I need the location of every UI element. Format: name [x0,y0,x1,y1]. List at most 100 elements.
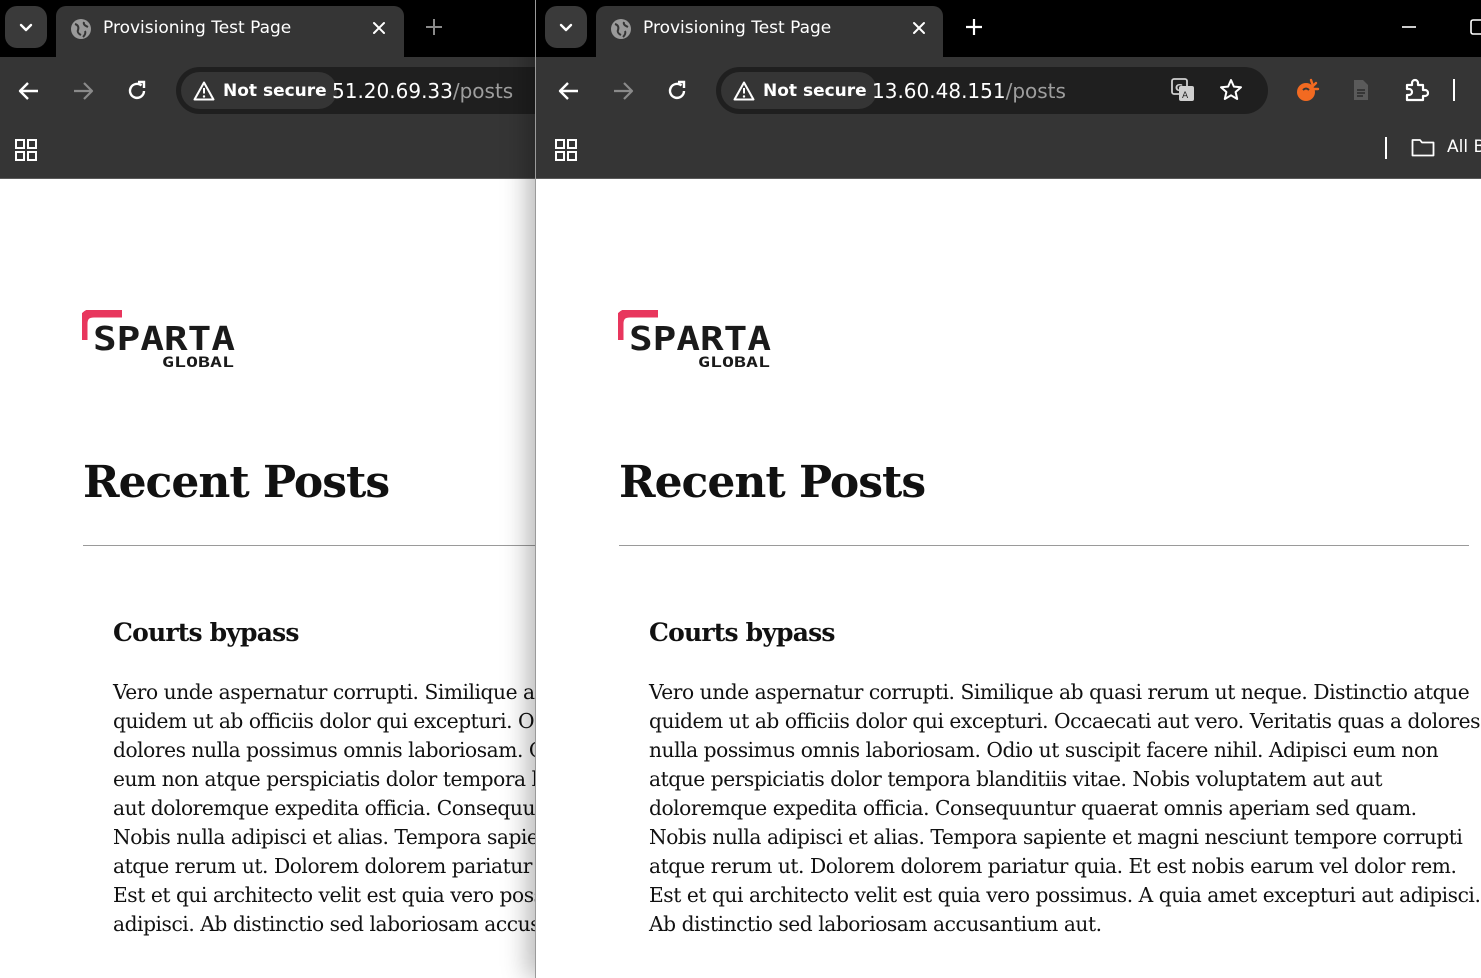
post-line: doloremque expedita officia. Consequuntu… [649,796,1417,820]
url-text[interactable]: 13.60.48.151/posts [872,79,1066,103]
forward-button[interactable] [68,76,98,106]
reload-button[interactable] [662,76,692,106]
post-line: eum non atque perspiciatis dolor tempora… [113,767,536,791]
all-bookmarks-button[interactable]: All B [1411,137,1481,157]
plus-icon [426,19,442,35]
minimize-button[interactable] [1394,12,1424,42]
star-icon [1220,79,1242,100]
maximize-button[interactable] [1466,12,1481,42]
warning-icon [733,81,755,100]
maximize-icon [1470,19,1481,35]
security-chip[interactable]: Not secure [721,72,877,109]
puzzle-icon [1405,78,1429,102]
post-line: atque perspiciatis dolor tempora blandit… [649,767,1383,791]
sparta-global-logo[interactable]: SPARTA GLOBAL [82,310,242,372]
post-line: Nobis nulla adipisci et alias. Tempora s… [649,825,1463,849]
translate-button[interactable]: GA [1168,75,1198,105]
close-tab-button[interactable] [366,15,392,41]
plus-icon [966,19,982,35]
url-host: 51.20.69.33 [332,79,453,103]
folder-icon [1411,139,1435,157]
post-line: dolores nulla possimus omnis laboriosam.… [113,738,536,762]
chevron-down-icon [19,23,33,32]
browser-window-left: Provisioning Test Page Not secure 51.20.… [0,0,536,978]
logo-wordmark: SPARTA [93,319,235,358]
post-line: aut doloremque expedita officia. Consequ… [113,796,536,820]
back-button[interactable] [554,76,584,106]
all-bookmarks-label: All B [1447,137,1481,157]
url-text[interactable]: 51.20.69.33/posts [332,79,513,103]
tab-title: Provisioning Test Page [103,18,292,38]
title-bar: Provisioning Test Page [0,0,536,57]
warning-icon [193,81,215,100]
address-bar[interactable]: Not secure 13.60.48.151/posts GA [716,67,1268,114]
security-label: Not secure [223,80,327,101]
bookmark-star-button[interactable] [1216,75,1246,105]
post-title: Courts bypass [113,618,299,647]
post-line: quidem ut ab officiis dolor qui exceptur… [649,709,1481,733]
url-path: /posts [1005,79,1066,103]
extension-button[interactable] [1346,75,1376,105]
apps-grid-icon[interactable] [554,138,578,162]
post-body: Vero unde aspernatur corrupti. Similique… [113,678,536,939]
post-line: Est et qui architecto velit est quia ver… [649,883,1481,907]
document-icon [1354,80,1368,100]
reload-icon [128,80,146,100]
toolbar: Not secure 51.20.69.33/posts [0,57,536,124]
new-tab-button[interactable] [959,12,989,42]
security-chip[interactable]: Not secure [181,72,337,109]
globe-icon [611,19,631,39]
svg-text:A: A [1182,91,1189,101]
page-content: SPARTA GLOBAL Recent Posts Courts bypass… [0,179,536,978]
address-bar[interactable]: Not secure 51.20.69.33/posts [176,67,536,114]
toolbar: Not secure 13.60.48.151/posts GA [536,57,1481,124]
minimize-icon [1402,26,1416,28]
tab-title: Provisioning Test Page [643,18,832,38]
arrow-left-icon [558,82,578,100]
post-line: atque rerum ut. Dolorem dolorem pariatur… [649,854,1457,878]
bookmarks-bar [0,124,536,179]
tab-search-button[interactable] [5,6,47,48]
back-button[interactable] [14,76,44,106]
browser-window-right: Provisioning Test Page Not secure 13.60.… [535,0,1481,978]
logo-subtext: GLOBAL [162,355,234,371]
url-path: /posts [452,79,514,103]
extensions-menu-button[interactable] [1401,75,1431,105]
extension-button[interactable] [1292,75,1322,105]
reload-button[interactable] [122,76,152,106]
post-line: Est et qui architecto velit est quia ver… [113,883,536,907]
tab-search-button[interactable] [545,6,587,48]
arrow-right-icon [74,82,94,100]
apps-grid-icon[interactable] [14,138,38,162]
title-bar: Provisioning Test Page [536,0,1481,57]
post-line: adipisci. Ab distinctio sed laboriosam a… [113,912,536,936]
close-tab-button[interactable] [906,15,932,41]
page-heading: Recent Posts [619,457,926,508]
bookmarks-separator [1385,137,1387,159]
close-icon [913,22,925,34]
arrow-left-icon [18,82,38,100]
url-host: 13.60.48.151 [872,79,1006,103]
globe-icon [71,19,91,39]
logo-wordmark: SPARTA [629,319,771,358]
tab-active[interactable]: Provisioning Test Page [596,6,943,57]
toolbar-separator [1453,79,1455,101]
post-line: nulla possimus omnis laboriosam. Odio ut… [649,738,1439,762]
page-heading: Recent Posts [83,457,390,508]
translate-icon: GA [1171,78,1194,101]
post-line: Vero unde aspernatur corrupti. Similique… [649,680,1470,704]
post-line: quidem ut ab officiis dolor qui exceptur… [113,709,536,733]
chevron-down-icon [559,23,573,32]
forward-button[interactable] [608,76,638,106]
logo-subtext: GLOBAL [698,355,770,371]
extension-orange-icon [1297,78,1320,101]
post-body: Vero unde aspernatur corrupti. Similique… [649,678,1481,939]
close-icon [373,22,385,34]
tab-active[interactable]: Provisioning Test Page [56,6,404,57]
page-content: SPARTA GLOBAL Recent Posts Courts bypass… [536,179,1481,978]
new-tab-button[interactable] [419,12,449,42]
divider [619,545,1469,546]
post-line: Ab distinctio sed laboriosam accusantium… [649,912,1102,936]
sparta-global-logo[interactable]: SPARTA GLOBAL [618,310,778,372]
security-label: Not secure [763,80,867,101]
